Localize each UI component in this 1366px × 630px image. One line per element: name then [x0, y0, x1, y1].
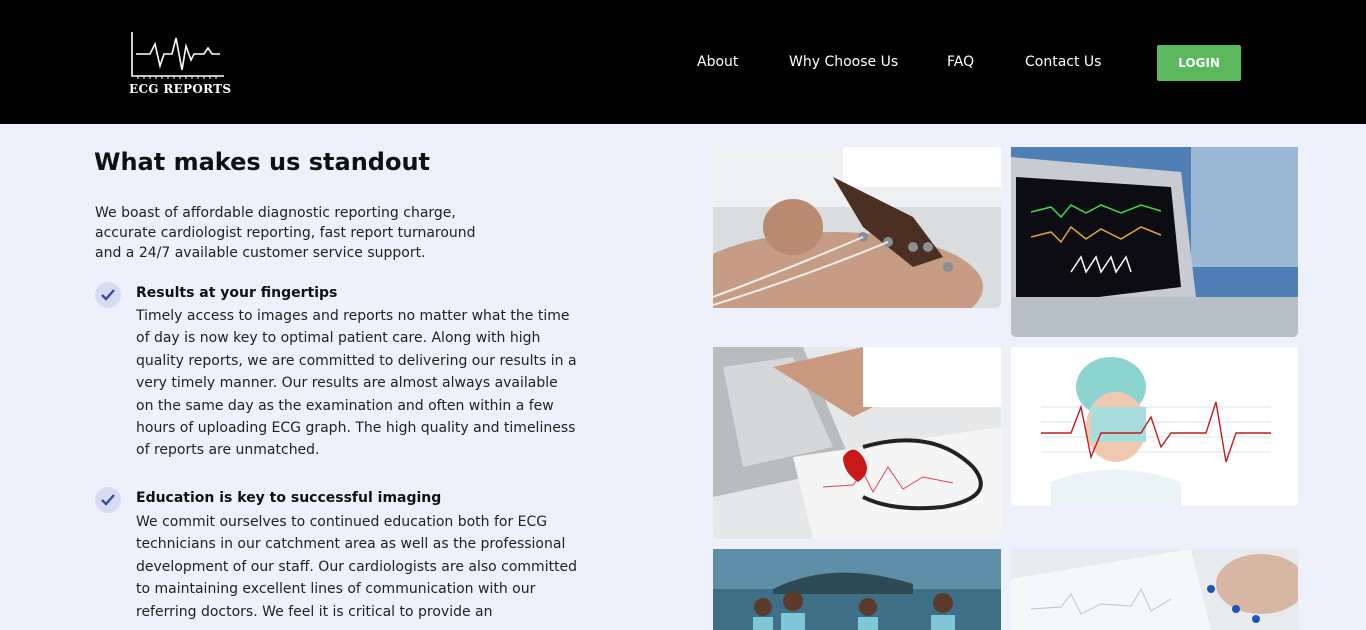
intro-text: We boast of affordable diagnostic report… — [95, 203, 515, 263]
site-header: ECG REPORTS About Why Choose Us FAQ Cont… — [0, 0, 1366, 124]
intro-line: and a 24/7 available customer service su… — [95, 245, 426, 261]
nav-contact-us[interactable]: Contact Us — [1025, 54, 1101, 70]
team-photo — [713, 549, 1001, 630]
nav-about[interactable]: About — [697, 54, 738, 70]
login-button[interactable]: LOGIN — [1157, 45, 1241, 81]
check-icon — [95, 282, 121, 308]
nav-faq[interactable]: FAQ — [947, 54, 974, 70]
check-icon — [95, 487, 121, 513]
logo-text: ECG REPORTS — [129, 82, 232, 96]
ecg-monitor-photo — [1011, 147, 1298, 337]
intro-line: We boast of affordable diagnostic report… — [95, 205, 456, 221]
nurse-ecg-photo — [1011, 347, 1298, 506]
feature-title: Education is key to successful imaging — [136, 490, 442, 506]
ecg-printout-photo — [1011, 549, 1298, 630]
section-title: What makes us standout — [94, 148, 431, 176]
feature-body: Timely access to images and reports no m… — [136, 308, 577, 459]
intro-line: accurate cardiologist reporting, fast re… — [95, 225, 476, 241]
ecg-electrodes-photo — [713, 147, 1001, 308]
laptop-stethoscope-photo — [713, 347, 1001, 539]
feature-title: Results at your fingertips — [136, 285, 338, 301]
feature-body: We commit ourselves to continued educati… — [136, 514, 578, 620]
nav-why-choose-us[interactable]: Why Choose Us — [789, 54, 898, 70]
